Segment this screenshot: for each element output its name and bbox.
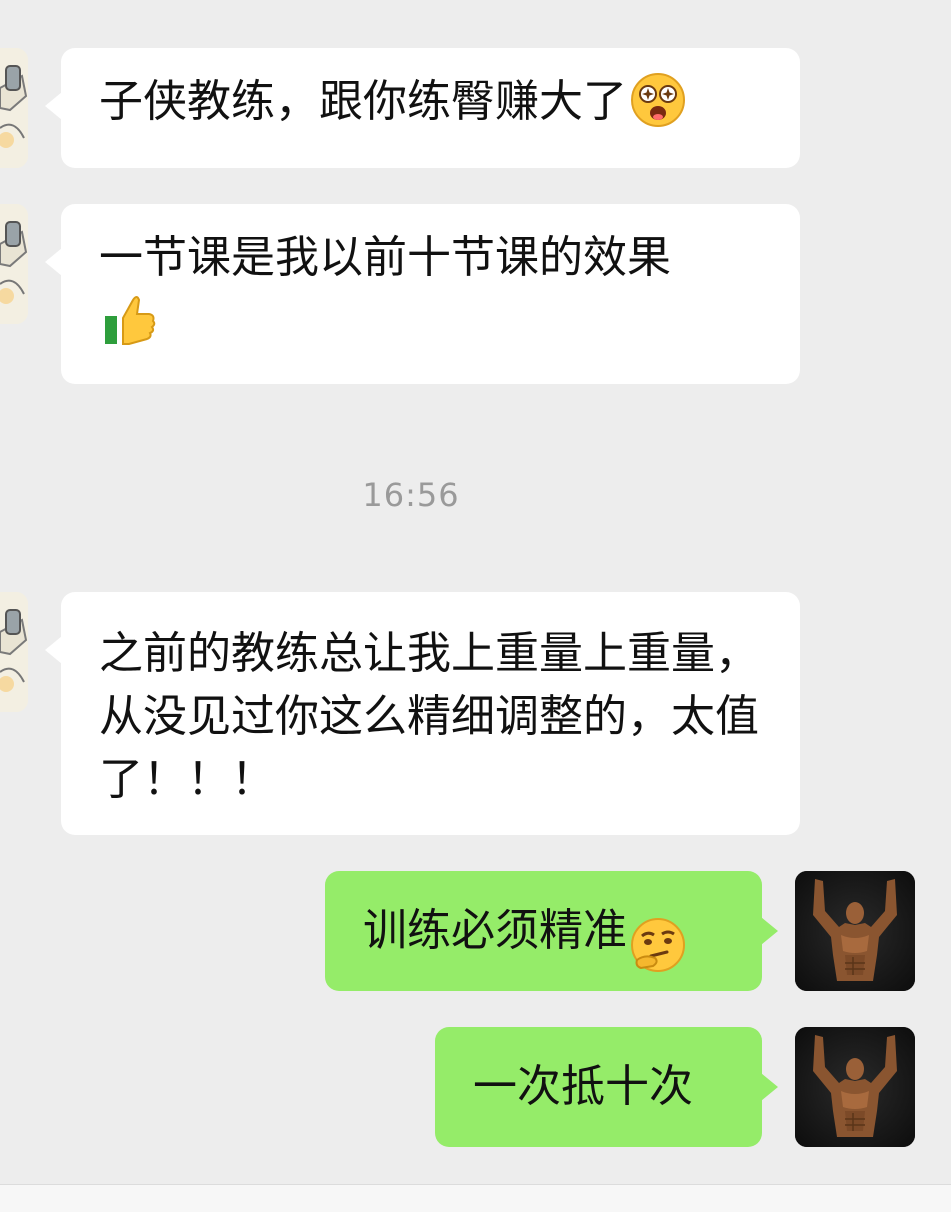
message-text: 一节课是我以前十节课的效果 [99,232,671,283]
message-bubble-outgoing[interactable]: 一次抵十次 [435,1027,778,1147]
message-text: 之前的教练总让我上重量上重量，从没见过你这么精细调整的，太值了！！！ [99,628,759,805]
contact-avatar[interactable] [0,204,28,324]
user-avatar[interactable] [795,871,915,991]
star-struck-face-icon [629,71,687,129]
message-bubble-incoming[interactable]: 子侠教练，跟你练臀赚大了 [45,48,800,168]
message-bubble-outgoing[interactable]: 训练必须精准 [325,871,778,991]
message-text: 子侠教练，跟你练臀赚大了 [99,76,627,127]
message-bubble-incoming[interactable]: 之前的教练总让我上重量上重量，从没见过你这么精细调整的，太值了！！！ [45,592,800,835]
input-bar[interactable] [0,1184,951,1212]
message-timestamp: 16:56 [362,476,460,514]
thinking-face-icon [629,900,687,972]
thumbs-up-icon [99,290,159,350]
contact-avatar[interactable] [0,48,28,168]
message-text: 一次抵十次 [473,1061,693,1112]
message-bubble-incoming[interactable]: 一节课是我以前十节课的效果 [45,204,800,384]
message-text: 训练必须精准 [363,905,627,956]
contact-avatar[interactable] [0,592,28,712]
user-avatar[interactable] [795,1027,915,1147]
